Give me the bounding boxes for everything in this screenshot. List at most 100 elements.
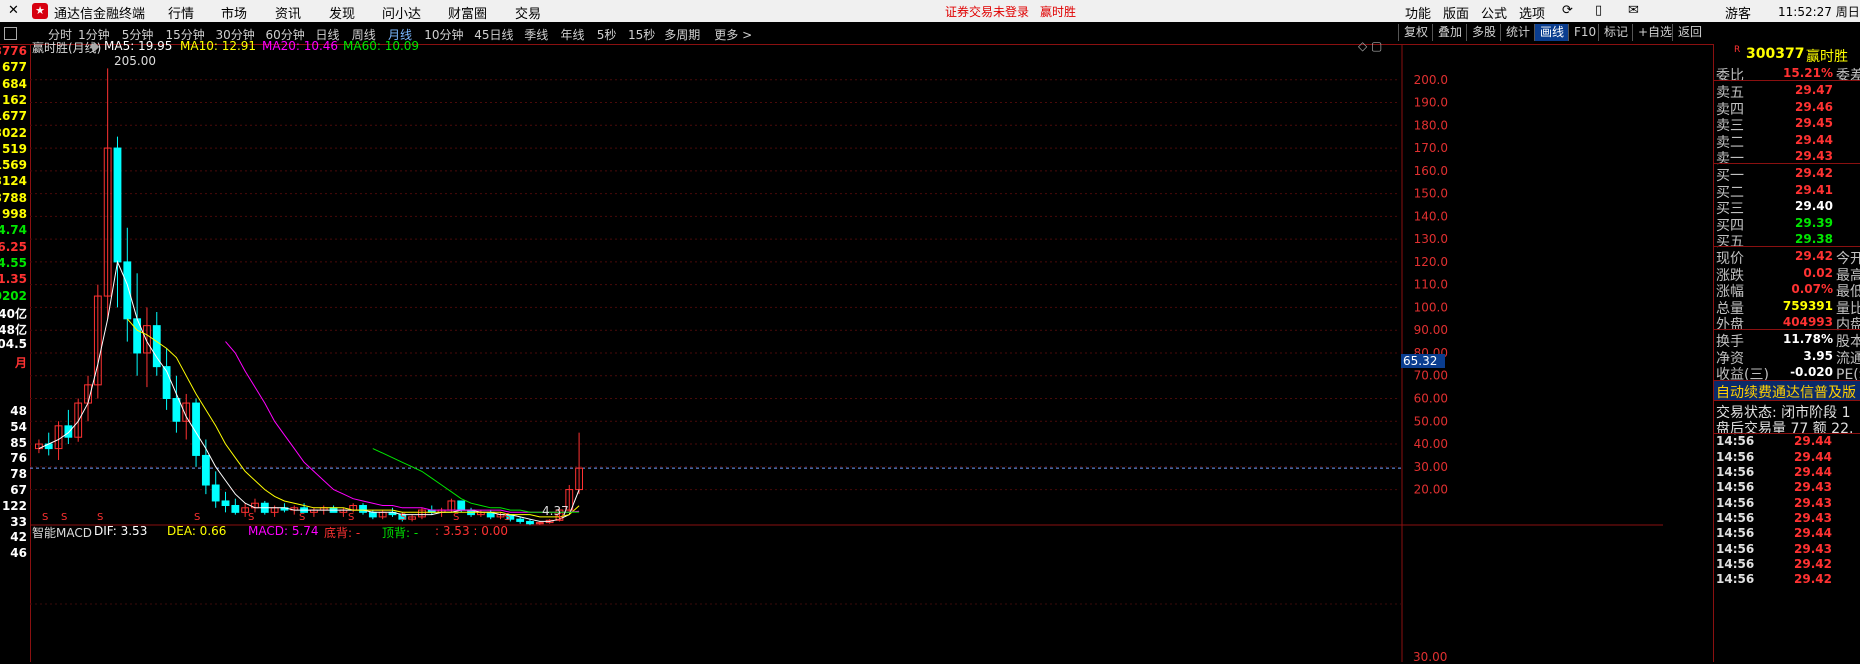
period-tab-16[interactable]: 更多 > <box>714 26 752 43</box>
low-price-label: 4.37 <box>542 504 569 518</box>
promo-banner[interactable]: 自动续费通达信普及版 <box>1714 380 1860 401</box>
tick-time: 14:56 <box>1716 495 1755 510</box>
toolbar-button-5[interactable]: F10 <box>1568 24 1601 41</box>
signal-marker: S <box>248 512 254 523</box>
left-strip-value: 78 <box>10 467 27 482</box>
y-tick-label: 160.0 <box>1414 164 1448 178</box>
toolbar-button-2[interactable]: 多股 <box>1466 24 1501 41</box>
quote-panel: R 300377 赢时胜 委比 15.21% 委差 卖五 29.47 卖四 29.46 卖三 2… <box>1713 44 1860 662</box>
candle-body <box>201 454 210 486</box>
phone-icon[interactable]: ▯ <box>1595 3 1602 18</box>
quote-value: 29.42 <box>1795 249 1833 264</box>
menu-faxian[interactable]: 发现 <box>329 3 355 22</box>
menu-zixun[interactable]: 资讯 <box>275 3 301 22</box>
menu-gongshi[interactable]: 公式 <box>1481 3 1507 22</box>
period-tab-11[interactable]: 季线 <box>524 26 548 43</box>
menu-caifuquan[interactable]: 财富圈 <box>448 3 487 22</box>
price-flag: 65.32 <box>1401 354 1445 368</box>
menu-xuanxiang[interactable]: 选项 <box>1519 3 1545 22</box>
quote-value: 29.46 <box>1795 99 1833 114</box>
kline-chart[interactable]: 200.0 190.0 180.0 170.0 160.0 150.0 140.0 130.0… <box>30 39 1663 664</box>
toolbar-button-0[interactable]: 复权 <box>1398 24 1433 41</box>
mail-icon[interactable]: ✉ <box>1628 3 1639 18</box>
tick-price: 29.43 <box>1794 480 1832 495</box>
left-strip-value: 519 <box>1 141 27 156</box>
left-data-strip: 3776 677684162 16773022519 156931243788 998 4… <box>0 44 31 662</box>
y-tick-label: 50.00 <box>1414 414 1448 428</box>
tick-price: 29.43 <box>1794 495 1832 510</box>
period-tab-12[interactable]: 年线 <box>561 26 585 43</box>
period-tab-14[interactable]: 15秒 <box>628 26 655 43</box>
y-tick-label: 170.0 <box>1414 141 1448 155</box>
login-notice[interactable]: 证券交易未登录 <box>945 3 1029 20</box>
tick-price: 29.44 <box>1794 449 1832 464</box>
y-tick-label: 190.0 <box>1414 96 1448 110</box>
macd-title: 智能MACD <box>32 526 92 540</box>
candle-body <box>231 505 240 513</box>
tick-price: 29.42 <box>1794 556 1832 571</box>
signal-marker: S <box>61 512 67 523</box>
menu-shichang[interactable]: 市场 <box>221 3 247 22</box>
left-strip-value: 162 <box>1 92 27 107</box>
toolbar-button-8[interactable]: 返回 <box>1672 24 1707 41</box>
tick-time: 14:56 <box>1716 465 1755 479</box>
tick-time: 14:56 <box>1716 449 1755 464</box>
toolbar-button-4[interactable]: 画线 <box>1534 24 1570 41</box>
tick-price: 29.43 <box>1794 510 1832 525</box>
quote-value: 29.41 <box>1795 182 1833 197</box>
ma60-label: MA60: 10.09 <box>343 39 420 53</box>
clock: 11:52:27 周日 <box>1778 5 1860 19</box>
tick-price: 29.44 <box>1794 465 1832 479</box>
menu-gongneng[interactable]: 功能 <box>1405 3 1431 22</box>
period-tab-15[interactable]: 多周期 <box>664 26 700 43</box>
left-strip-value: 48亿 <box>0 323 27 338</box>
y-tick-label: 120.0 <box>1414 255 1448 269</box>
y-tick-label: 90.00 <box>1414 323 1448 337</box>
ma-line-ma5 <box>38 260 580 522</box>
tick-time: 14:56 <box>1716 480 1755 495</box>
signal-marker: S <box>194 512 200 523</box>
candle-body <box>221 500 230 507</box>
y-tick-label: 130.0 <box>1414 232 1448 246</box>
ma10-label: MA10: 12.91 <box>180 39 257 53</box>
period-tab-9[interactable]: 10分钟 <box>424 26 463 43</box>
square-icon[interactable] <box>4 27 17 40</box>
diamond-icon[interactable]: ◇ ▢ <box>1358 39 1382 53</box>
y-tick-label: 100.0 <box>1414 300 1448 314</box>
user-label[interactable]: 游客 <box>1725 3 1751 22</box>
high-price-label: 205.00 <box>114 54 156 68</box>
ma20-label: MA20: 10.46 <box>262 39 339 53</box>
signal-marker: S <box>348 512 354 523</box>
candle-body <box>359 505 367 513</box>
toolbar-button-3[interactable]: 统计 <box>1500 24 1535 41</box>
candle-body <box>368 511 377 518</box>
left-strip-value: 33 <box>10 514 27 529</box>
menu-jiaoyi[interactable]: 交易 <box>515 3 541 22</box>
candle-body <box>113 147 122 263</box>
tick-time: 14:56 <box>1716 510 1755 525</box>
candle-body <box>457 500 466 511</box>
toolbar-button-1[interactable]: 叠加 <box>1432 24 1467 41</box>
toolbar-button-7[interactable]: +自选 <box>1632 24 1677 41</box>
toolbar-button-6[interactable]: 标记 <box>1598 24 1633 41</box>
period-tab-13[interactable]: 5秒 <box>597 26 617 43</box>
left-strip-value: 42 <box>10 530 27 545</box>
stock-name: 赢时胜 <box>1806 49 1848 65</box>
left-strip-value: 122 <box>1 498 27 513</box>
menu-wenxiaoda[interactable]: 问小达 <box>382 3 421 22</box>
quote-value: 29.38 <box>1795 232 1833 246</box>
refresh-icon[interactable]: ⟳ <box>1562 3 1573 18</box>
signal-marker: S <box>453 512 459 523</box>
close-icon[interactable]: ✕ <box>8 3 19 18</box>
menu-banmian[interactable]: 版面 <box>1443 3 1469 22</box>
quote-value: 29.45 <box>1795 116 1833 131</box>
left-strip-value: 4.55 <box>0 255 27 270</box>
quote-value: 29.47 <box>1795 83 1833 98</box>
menu-hangqing[interactable]: 行情 <box>168 3 194 22</box>
candle-body <box>526 520 534 525</box>
chevron-down-icon[interactable]: ◆ <box>90 39 99 53</box>
tick-price: 29.44 <box>1794 526 1832 541</box>
period-tab-10[interactable]: 45日线 <box>474 26 513 43</box>
left-strip-value: 1569 <box>0 158 27 173</box>
ma5-label: MA5: 19.95 <box>104 39 173 53</box>
